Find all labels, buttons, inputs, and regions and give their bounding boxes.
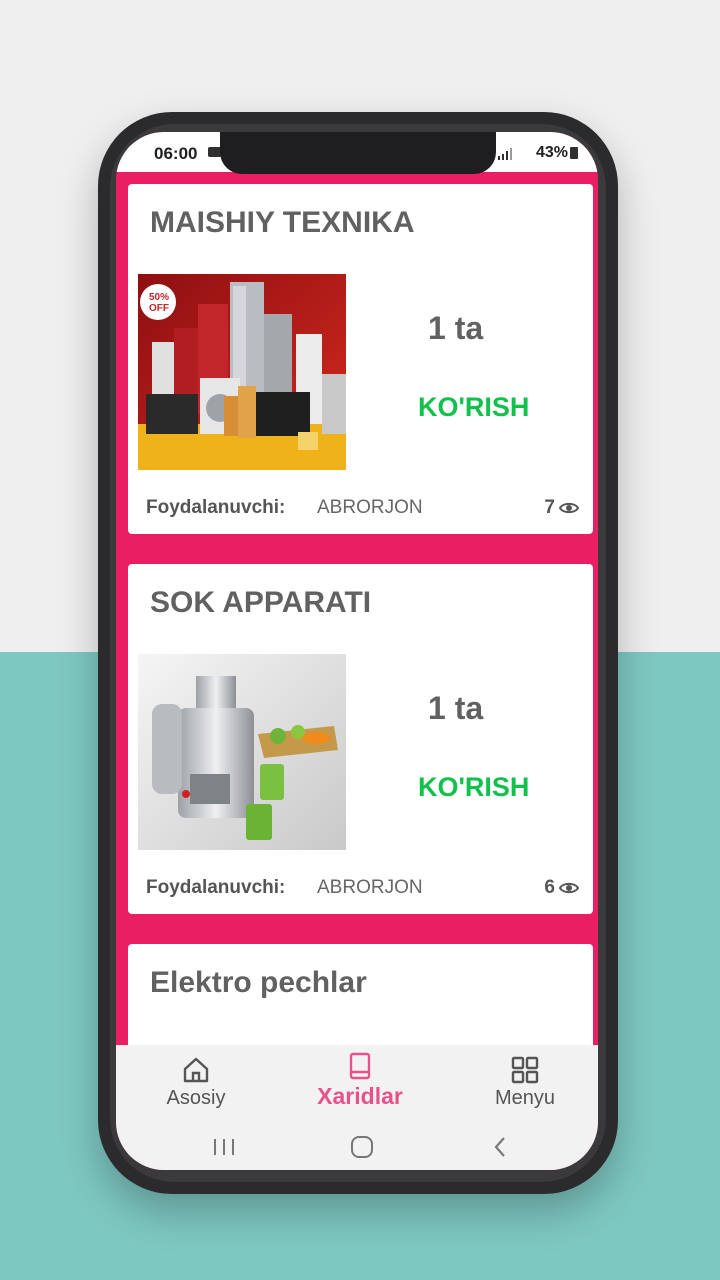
- status-bar: 06:00 43%: [116, 132, 598, 174]
- signal-icon: [498, 148, 512, 160]
- juicer-image[interactable]: [138, 654, 346, 850]
- card-title: Elektro pechlar: [150, 966, 367, 999]
- user-label: Foydalanuvchi:: [146, 497, 286, 518]
- eye-icon: [559, 882, 579, 894]
- card-title: SOK APPARATI: [150, 586, 372, 619]
- user-name: ABRORJON: [317, 877, 423, 898]
- nav-menu[interactable]: Menyu: [465, 1045, 585, 1117]
- category-card[interactable]: SOK APPARATI 1 ta KO'RISH Foydalanuvchi:…: [128, 564, 593, 914]
- card-title: MAISHIY TEXNIKA: [150, 206, 415, 239]
- status-time: 06:00: [154, 144, 198, 163]
- back-icon[interactable]: [492, 1135, 508, 1159]
- view-button[interactable]: KO'RISH: [418, 772, 529, 803]
- view-count: 7: [544, 497, 579, 519]
- eye-icon: [559, 502, 579, 514]
- view-button[interactable]: KO'RISH: [418, 392, 529, 423]
- discount-badge: 50% OFF: [148, 292, 169, 314]
- nav-home[interactable]: Asosiy: [136, 1045, 256, 1117]
- system-navigation-bar: [116, 1117, 598, 1170]
- bottom-navigation: Asosiy Xaridlar Menyu: [116, 1045, 598, 1117]
- view-count-value: 6: [544, 877, 555, 898]
- camera-notch: [220, 132, 496, 174]
- category-card[interactable]: MAISHIY TEXNIKA 50% OFF 1 ta KO'RISH Foy…: [128, 184, 593, 534]
- grid-icon: [511, 1056, 539, 1084]
- app-screen: 06:00 43% MAISHIY TEXNIKA 50% OFF 1 ta K…: [116, 132, 598, 1170]
- home-appliances-sale-image[interactable]: 50% OFF: [138, 274, 346, 470]
- book-icon: [349, 1052, 371, 1080]
- battery-level: 43%: [535, 144, 568, 161]
- user-label: Foydalanuvchi:: [146, 877, 286, 898]
- view-count-value: 7: [544, 497, 555, 518]
- recent-apps-icon[interactable]: [212, 1137, 236, 1157]
- item-count: 1 ta: [428, 690, 484, 726]
- item-count: 1 ta: [428, 310, 484, 346]
- home-icon: [183, 1057, 209, 1083]
- view-count: 6: [544, 877, 579, 899]
- nav-purchases[interactable]: Xaridlar: [300, 1045, 420, 1117]
- nav-purchases-label: Xaridlar: [317, 1083, 403, 1109]
- battery-icon: [570, 147, 578, 159]
- home-button-icon[interactable]: [350, 1135, 374, 1159]
- nav-home-label: Asosiy: [166, 1087, 226, 1109]
- nav-menu-label: Menyu: [494, 1087, 556, 1109]
- user-name: ABRORJON: [317, 497, 423, 518]
